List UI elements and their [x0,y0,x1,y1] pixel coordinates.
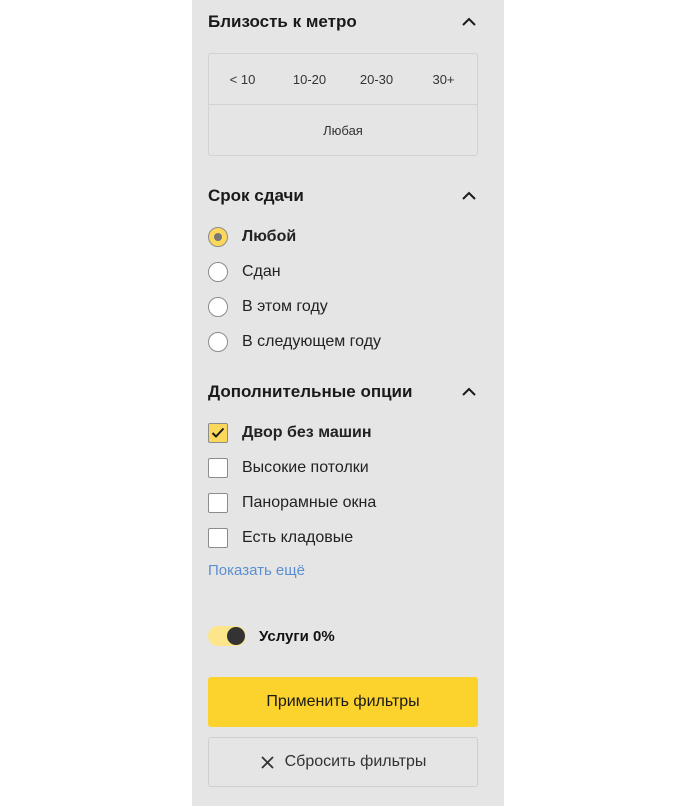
option-label: Любой [242,228,297,245]
radio-button[interactable] [208,262,228,282]
chevron-up-icon[interactable] [460,187,478,205]
show-more-link[interactable]: Показать ещё [208,562,305,579]
option-label: Двор без машин [242,424,372,441]
toggle-knob [227,627,245,645]
radio-dot [214,233,222,241]
extra-option-no-cars[interactable]: Двор без машин [208,422,478,444]
metro-section-title: Близость к метро [208,12,357,31]
services-toggle[interactable] [208,626,246,646]
close-icon [260,755,275,770]
option-label: Панорамные окна [242,494,377,511]
metro-options-box: < 10 10-20 20-30 30+ Любая [208,53,478,156]
metro-option-lt10[interactable]: < 10 [209,54,276,104]
extra-section-header[interactable]: Дополнительные опции [208,380,478,404]
extra-checkbox-group: Двор без машин Высокие потолки Панорамны… [208,422,478,562]
chevron-up-icon[interactable] [460,13,478,31]
term-radio-group: Любой Сдан В этом году В следующем году [208,226,478,366]
extra-option-panoramic-windows[interactable]: Панорамные окна [208,492,478,514]
option-label: В этом году [242,298,328,315]
radio-button[interactable] [208,297,228,317]
option-label: Есть кладовые [242,529,354,546]
option-label: В следующем году [242,333,382,350]
term-option-this-year[interactable]: В этом году [208,296,478,318]
checkbox[interactable] [208,528,228,548]
metro-section-header[interactable]: Близость к метро [208,10,478,34]
term-option-done[interactable]: Сдан [208,261,478,283]
term-section-header[interactable]: Срок сдачи [208,184,478,208]
extra-section-title: Дополнительные опции [208,382,413,401]
metro-options-row: < 10 10-20 20-30 30+ [209,54,477,105]
term-option-next-year[interactable]: В следующем году [208,331,478,353]
metro-option-30plus[interactable]: 30+ [410,54,477,104]
metro-option-10-20[interactable]: 10-20 [276,54,343,104]
checkbox[interactable] [208,423,228,443]
metro-option-20-30[interactable]: 20-30 [343,54,410,104]
chevron-up-icon[interactable] [460,383,478,401]
radio-button[interactable] [208,227,228,247]
term-option-any[interactable]: Любой [208,226,478,248]
check-icon [211,427,225,438]
checkbox[interactable] [208,458,228,478]
apply-filters-button[interactable]: Применить фильтры [208,677,478,727]
option-label: Высокие потолки [242,459,369,476]
extra-option-storage[interactable]: Есть кладовые [208,527,478,549]
reset-filters-button[interactable]: Сбросить фильтры [208,737,478,787]
metro-option-any[interactable]: Любая [209,105,477,155]
radio-button[interactable] [208,332,228,352]
extra-option-high-ceilings[interactable]: Высокие потолки [208,457,478,479]
services-label: Услуги 0% [259,627,335,645]
reset-filters-label: Сбросить фильтры [284,753,427,770]
services-toggle-row[interactable]: Услуги 0% [208,626,335,646]
term-section-title: Срок сдачи [208,186,304,205]
option-label: Сдан [242,263,281,280]
filters-panel: Близость к метро < 10 10-20 20-30 30+ Лю… [192,0,504,806]
checkbox[interactable] [208,493,228,513]
